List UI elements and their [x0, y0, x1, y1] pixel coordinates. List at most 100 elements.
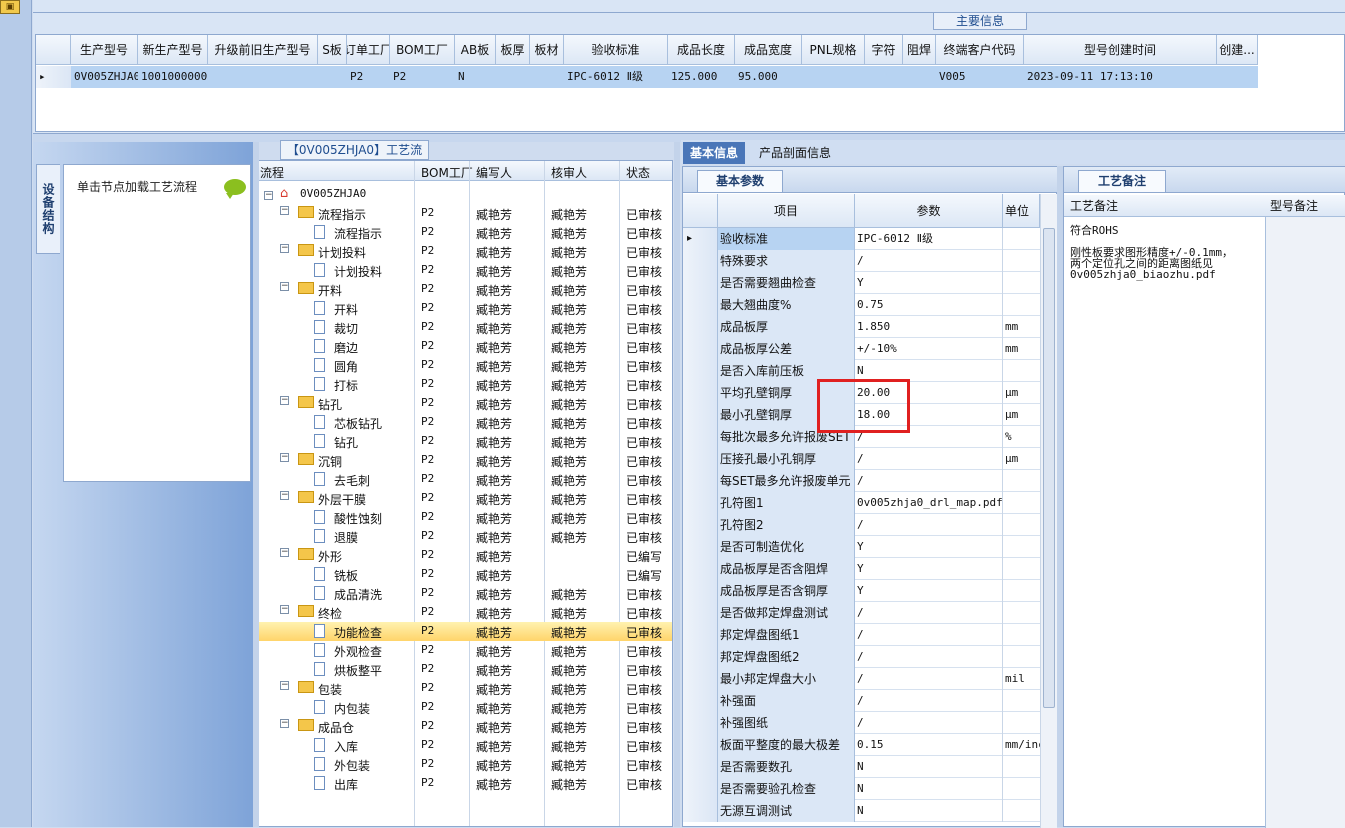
expander-icon[interactable]: −	[264, 191, 273, 200]
col-header[interactable]: 阻焊	[903, 35, 936, 65]
table-cell[interactable]: P2	[347, 66, 390, 88]
param-value[interactable]: /	[855, 624, 1003, 646]
param-row[interactable]: 是否需要验孔检查 N	[683, 778, 1040, 800]
tree-row[interactable]: 内包装 P2 臧艳芳 臧艳芳 已审核	[258, 698, 672, 717]
tree-row[interactable]: 烘板整平 P2 臧艳芳 臧艳芳 已审核	[258, 660, 672, 679]
tree-row[interactable]: 计划投料 P2 臧艳芳 臧艳芳 已审核	[258, 261, 672, 280]
param-value[interactable]: N	[855, 778, 1003, 800]
param-row[interactable]: 成品板厚是否含阻焊 Y	[683, 558, 1040, 580]
param-value[interactable]: N	[855, 756, 1003, 778]
table-cell[interactable]: N	[455, 66, 496, 88]
col-header[interactable]: 成品宽度	[735, 35, 802, 65]
tree-row[interactable]: 开料 P2 臧艳芳 臧艳芳 已审核	[258, 299, 672, 318]
param-value[interactable]: /	[855, 250, 1003, 272]
table-cell[interactable]	[865, 66, 903, 88]
table-cell[interactable]	[530, 66, 564, 88]
col-header[interactable]: AB板	[455, 35, 496, 65]
tree-row[interactable]: 圆角 P2 臧艳芳 臧艳芳 已审核	[258, 356, 672, 375]
tree-row[interactable]: 外观检查 P2 臧艳芳 臧艳芳 已审核	[258, 641, 672, 660]
param-value[interactable]: /	[855, 448, 1003, 470]
col-status[interactable]: 状态	[626, 164, 650, 181]
expander-icon[interactable]: −	[280, 681, 289, 690]
tree-row[interactable]: 成品清洗 P2 臧艳芳 臧艳芳 已审核	[258, 584, 672, 603]
param-row[interactable]: 补强图纸 /	[683, 712, 1040, 734]
col-bom-factory[interactable]: BOM工厂	[421, 164, 473, 181]
param-row[interactable]: 特殊要求 /	[683, 250, 1040, 272]
expander-icon[interactable]: −	[280, 719, 289, 728]
col-author[interactable]: 编写人	[476, 164, 512, 181]
table-cell[interactable]: 2023-09-11 17:13:10	[1024, 66, 1217, 88]
tab-product-profile[interactable]: 产品剖面信息	[759, 144, 831, 161]
param-value[interactable]: Y	[855, 536, 1003, 558]
tree-row[interactable]: − 钻孔 P2 臧艳芳 臧艳芳 已审核	[258, 394, 672, 413]
param-value[interactable]: Y	[855, 580, 1003, 602]
expander-icon[interactable]: −	[280, 548, 289, 557]
tree-row[interactable]: − 计划投料 P2 臧艳芳 臧艳芳 已审核	[258, 242, 672, 261]
tree-row[interactable]: 钻孔 P2 臧艳芳 臧艳芳 已审核	[258, 432, 672, 451]
param-row[interactable]: 压接孔最小孔铜厚 / μm	[683, 448, 1040, 470]
tree-row[interactable]: − 成品仓 P2 臧艳芳 臧艳芳 已审核	[258, 717, 672, 736]
scroll-thumb[interactable]	[1043, 228, 1055, 708]
param-row[interactable]: 最大翘曲度% 0.75	[683, 294, 1040, 316]
col-header[interactable]: 板厚	[496, 35, 530, 65]
param-row[interactable]: 板面平整度的最大极差0.15mm/inc	[683, 734, 1040, 756]
table-cell[interactable]	[496, 66, 530, 88]
param-value[interactable]: /	[855, 470, 1003, 492]
param-value[interactable]: Y	[855, 272, 1003, 294]
params-scrollbar[interactable]	[1040, 194, 1057, 828]
param-row[interactable]: 成品板厚是否含铜厚 Y	[683, 580, 1040, 602]
param-value[interactable]: N	[855, 800, 1003, 822]
param-value[interactable]: IPC-6012 Ⅱ级	[855, 228, 1003, 250]
expander-icon[interactable]: −	[280, 282, 289, 291]
param-value[interactable]: 0v005zhja0_drl_map.pdf	[855, 492, 1003, 514]
param-row[interactable]: 是否可制造优化 Y	[683, 536, 1040, 558]
tab-equipment-structure[interactable]: 设备结构	[36, 164, 60, 254]
table-cell[interactable]: 0V005ZHJA0	[71, 66, 138, 88]
table-cell[interactable]: 125.000	[668, 66, 735, 88]
tab-basic-params[interactable]: 基本参数	[697, 170, 783, 192]
param-row[interactable]: 最小邦定焊盘大小 / mil	[683, 668, 1040, 690]
tree-row[interactable]: − 包装 P2 臧艳芳 臧艳芳 已审核	[258, 679, 672, 698]
col-header[interactable]: 升级前旧生产型号	[208, 35, 318, 65]
table-cell[interactable]	[903, 66, 936, 88]
param-row[interactable]: 邦定焊盘图纸2/	[683, 646, 1040, 668]
tree-row[interactable]: − 外层干膜 P2 臧艳芳 臧艳芳 已审核	[258, 489, 672, 508]
param-value[interactable]: /	[855, 646, 1003, 668]
expander-icon[interactable]: −	[280, 206, 289, 215]
right-splitter[interactable]	[1057, 166, 1063, 827]
col-header[interactable]: 订单工厂	[347, 35, 390, 65]
param-row[interactable]: 是否需要翘曲检查 Y	[683, 272, 1040, 294]
col-header[interactable]: 终端客户代码	[936, 35, 1024, 65]
param-value[interactable]: /	[855, 690, 1003, 712]
table-cell[interactable]	[208, 66, 318, 88]
table-cell[interactable]	[318, 66, 347, 88]
col-flow[interactable]: 流程	[260, 164, 284, 181]
param-row[interactable]: 孔符图1 0v005zhja0_drl_map.pdf	[683, 492, 1040, 514]
param-value[interactable]: /	[855, 668, 1003, 690]
tree-row[interactable]: − 开料 P2 臧艳芳 臧艳芳 已审核	[258, 280, 672, 299]
tree-row[interactable]: 入库 P2 臧艳芳 臧艳芳 已审核	[258, 736, 672, 755]
left-splitter[interactable]	[253, 142, 259, 827]
tab-process-notes[interactable]: 工艺备注	[1078, 170, 1166, 192]
tab-basic-info[interactable]: 基本信息	[683, 142, 745, 164]
param-value[interactable]: /	[855, 602, 1003, 624]
app-icon[interactable]: ▣	[0, 0, 20, 14]
tree-row[interactable]: 退膜 P2 臧艳芳 臧艳芳 已审核	[258, 527, 672, 546]
expander-icon[interactable]: −	[280, 244, 289, 253]
table-cell[interactable]	[802, 66, 865, 88]
table-cell[interactable]: 10010000003772	[138, 66, 208, 88]
tree-row[interactable]: 外包装 P2 臧艳芳 臧艳芳 已审核	[258, 755, 672, 774]
param-row[interactable]: 是否做邦定焊盘测试 /	[683, 602, 1040, 624]
col-process-notes[interactable]: 工艺备注	[1064, 195, 1266, 217]
table-cell[interactable]	[1217, 66, 1258, 88]
tree-row[interactable]: 打标 P2 臧艳芳 臧艳芳 已审核	[258, 375, 672, 394]
tree-row[interactable]: 芯板钻孔 P2 臧艳芳 臧艳芳 已审核	[258, 413, 672, 432]
col-header[interactable]: 型号创建时间	[1024, 35, 1217, 65]
param-row[interactable]: ▸ 验收标准 IPC-6012 Ⅱ级	[683, 228, 1040, 250]
col-item[interactable]: 项目	[718, 194, 855, 228]
tree-row[interactable]: − 终检 P2 臧艳芳 臧艳芳 已审核	[258, 603, 672, 622]
col-header[interactable]: 创建...	[1217, 35, 1258, 65]
tree-row[interactable]: − 外形 P2 臧艳芳 已编写	[258, 546, 672, 565]
table-cell[interactable]: P2	[390, 66, 455, 88]
param-row[interactable]: 补强面 /	[683, 690, 1040, 712]
